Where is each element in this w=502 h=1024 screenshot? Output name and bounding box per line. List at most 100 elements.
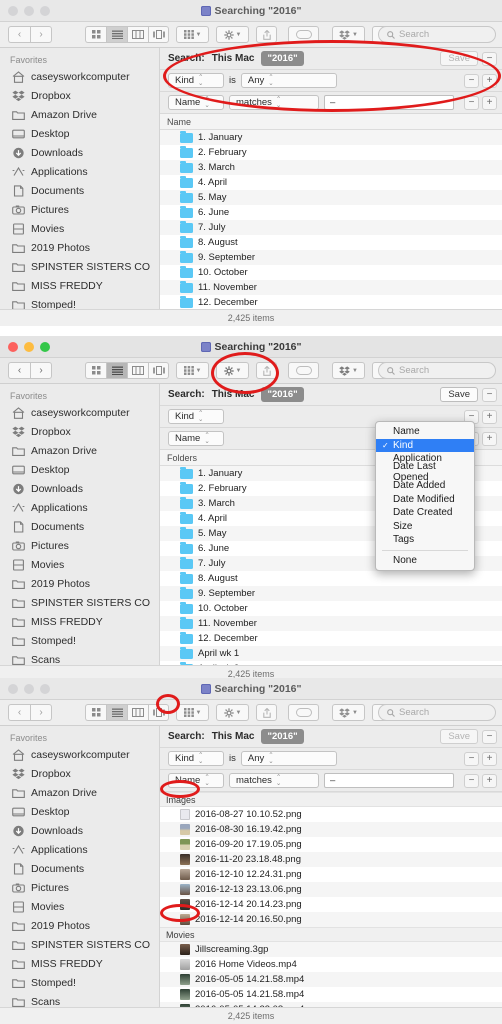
- sidebar-item-caseysworkcomputer[interactable]: caseysworkcomputer: [0, 67, 159, 86]
- criteria-add-button[interactable]: +: [482, 773, 497, 788]
- column-view-button[interactable]: [127, 26, 148, 43]
- table-row[interactable]: 6. June: [160, 205, 502, 220]
- table-row[interactable]: 2. February: [160, 145, 502, 160]
- criteria-remove-button[interactable]: −: [464, 95, 479, 110]
- sidebar-item-caseysworkcomputer[interactable]: caseysworkcomputer: [0, 745, 159, 764]
- icon-view-button[interactable]: [85, 26, 106, 43]
- minimize-button[interactable]: [24, 341, 34, 352]
- criteria-add-button[interactable]: +: [482, 409, 497, 424]
- sidebar-item-documents[interactable]: Documents: [0, 517, 159, 536]
- sidebar-item-stomped[interactable]: Stomped!: [0, 631, 159, 650]
- arrange-button[interactable]: ▼: [176, 704, 209, 721]
- group-header-images[interactable]: Images: [160, 792, 502, 807]
- traffic-lights[interactable]: [0, 5, 50, 16]
- save-button[interactable]: Save: [440, 51, 478, 66]
- search-scope-this-mac[interactable]: This Mac: [212, 389, 255, 400]
- save-button[interactable]: Save: [440, 729, 478, 744]
- table-row[interactable]: 5. May: [160, 190, 502, 205]
- sidebar-item-spinster-sisters-co[interactable]: SPINSTER SISTERS CO: [0, 257, 159, 276]
- sidebar-item-movies[interactable]: Movies: [0, 897, 159, 916]
- remove-criteria-button[interactable]: −: [482, 729, 497, 744]
- search-input[interactable]: Search: [378, 704, 496, 721]
- share-button[interactable]: [256, 26, 277, 43]
- column-view-button[interactable]: [127, 704, 148, 721]
- table-row[interactable]: 2016-09-20 17.19.05.png: [160, 837, 502, 852]
- table-row[interactable]: 8. August: [160, 571, 502, 586]
- action-gear-button[interactable]: ▼: [216, 26, 249, 43]
- sidebar-item-applications[interactable]: Applications: [0, 162, 159, 181]
- sidebar-item-stomped[interactable]: Stomped!: [0, 295, 159, 309]
- table-row[interactable]: 11. November: [160, 280, 502, 295]
- criteria-attribute-popup[interactable]: Kind ⌃ ⌄: [168, 751, 224, 766]
- criteria-remove-button[interactable]: −: [464, 773, 479, 788]
- sidebar-item-documents[interactable]: Documents: [0, 859, 159, 878]
- sidebar-item-miss-freddy[interactable]: MISS FREDDY: [0, 954, 159, 973]
- search-term-chip[interactable]: "2016": [261, 729, 304, 744]
- sidebar-item-desktop[interactable]: Desktop: [0, 802, 159, 821]
- zoom-button[interactable]: [40, 683, 50, 694]
- arrange-button[interactable]: ▼: [176, 26, 209, 43]
- arrange-by-menu[interactable]: Name ✓ Kind Application Date Last Opened Date…: [375, 421, 475, 571]
- sidebar-item-pictures[interactable]: Pictures: [0, 200, 159, 219]
- tags-button[interactable]: [288, 704, 319, 721]
- sidebar-item-movies[interactable]: Movies: [0, 219, 159, 238]
- share-button[interactable]: [256, 704, 277, 721]
- search-input[interactable]: Search: [378, 26, 496, 43]
- sidebar-item-desktop[interactable]: Desktop: [0, 124, 159, 143]
- forward-button[interactable]: ›: [30, 704, 52, 721]
- table-row[interactable]: 2016-12-14 20.16.50.png: [160, 912, 502, 927]
- criteria-value-popup[interactable]: Any ⌃ ⌄: [240, 73, 337, 88]
- gallery-view-button[interactable]: [148, 362, 169, 379]
- sidebar-item-pictures[interactable]: Pictures: [0, 536, 159, 555]
- arrange-menu-item-name[interactable]: Name: [376, 425, 474, 439]
- criteria-attribute-popup[interactable]: Kind ⌃ ⌄: [168, 73, 224, 88]
- search-term-chip[interactable]: "2016": [261, 387, 304, 402]
- forward-button[interactable]: ›: [30, 362, 52, 379]
- sidebar-item-downloads[interactable]: Downloads: [0, 479, 159, 498]
- close-button[interactable]: [8, 5, 18, 16]
- sidebar-item-2019-photos[interactable]: 2019 Photos: [0, 574, 159, 593]
- table-row[interactable]: 2016 Home Videos.mp4: [160, 957, 502, 972]
- traffic-lights[interactable]: [0, 683, 50, 694]
- table-row[interactable]: Jillscreaming.3gp: [160, 942, 502, 957]
- table-row[interactable]: 8. August: [160, 235, 502, 250]
- tags-button[interactable]: [288, 26, 319, 43]
- criteria-operator-popup[interactable]: matches ⌃ ⌄: [229, 95, 319, 110]
- criteria-remove-button[interactable]: −: [464, 751, 479, 766]
- share-button[interactable]: [256, 362, 277, 379]
- arrange-menu-item-date-created[interactable]: Date Created: [376, 506, 474, 520]
- criteria-attribute-popup[interactable]: Kind ⌃ ⌄: [168, 409, 224, 424]
- table-row[interactable]: 3. March: [160, 160, 502, 175]
- zoom-button[interactable]: [40, 5, 50, 16]
- criteria-value-popup[interactable]: Any ⌃ ⌄: [240, 751, 337, 766]
- sidebar-item-applications[interactable]: Applications: [0, 498, 159, 517]
- table-row[interactable]: 2016-11-20 23.18.48.png: [160, 852, 502, 867]
- sidebar-item-dropbox[interactable]: Dropbox: [0, 422, 159, 441]
- table-row[interactable]: 2016-12-10 12.24.31.png: [160, 867, 502, 882]
- list-view-button[interactable]: [106, 362, 127, 379]
- arrange-menu-item-date-last-opened[interactable]: Date Last Opened: [376, 461, 474, 483]
- icon-view-button[interactable]: [85, 704, 106, 721]
- action-gear-button[interactable]: ▼: [216, 362, 249, 379]
- dropbox-button[interactable]: ▼: [332, 704, 365, 721]
- table-row[interactable]: 2016-05-05 14.21.58.mp4: [160, 987, 502, 1002]
- gallery-view-button[interactable]: [148, 26, 169, 43]
- sidebar-item-downloads[interactable]: Downloads: [0, 821, 159, 840]
- forward-button[interactable]: ›: [30, 26, 52, 43]
- table-row[interactable]: 1. January: [160, 130, 502, 145]
- table-row[interactable]: 7. July: [160, 220, 502, 235]
- table-row[interactable]: 12. December: [160, 295, 502, 309]
- remove-criteria-button[interactable]: −: [482, 51, 497, 66]
- tags-button[interactable]: [288, 362, 319, 379]
- sidebar-item-miss-freddy[interactable]: MISS FREDDY: [0, 276, 159, 295]
- sidebar-item-desktop[interactable]: Desktop: [0, 460, 159, 479]
- minimize-button[interactable]: [24, 683, 34, 694]
- sidebar-item-pictures[interactable]: Pictures: [0, 878, 159, 897]
- close-button[interactable]: [8, 341, 18, 352]
- arrange-button[interactable]: ▼: [176, 362, 209, 379]
- criteria-attribute-popup[interactable]: Name ⌃ ⌄: [168, 95, 224, 110]
- table-row[interactable]: 2016-05-05 14.21.58.mp4: [160, 972, 502, 987]
- search-scope-this-mac[interactable]: This Mac: [212, 53, 255, 64]
- criteria-attribute-popup[interactable]: Name ⌃ ⌄: [168, 431, 224, 446]
- table-row[interactable]: 4. April: [160, 175, 502, 190]
